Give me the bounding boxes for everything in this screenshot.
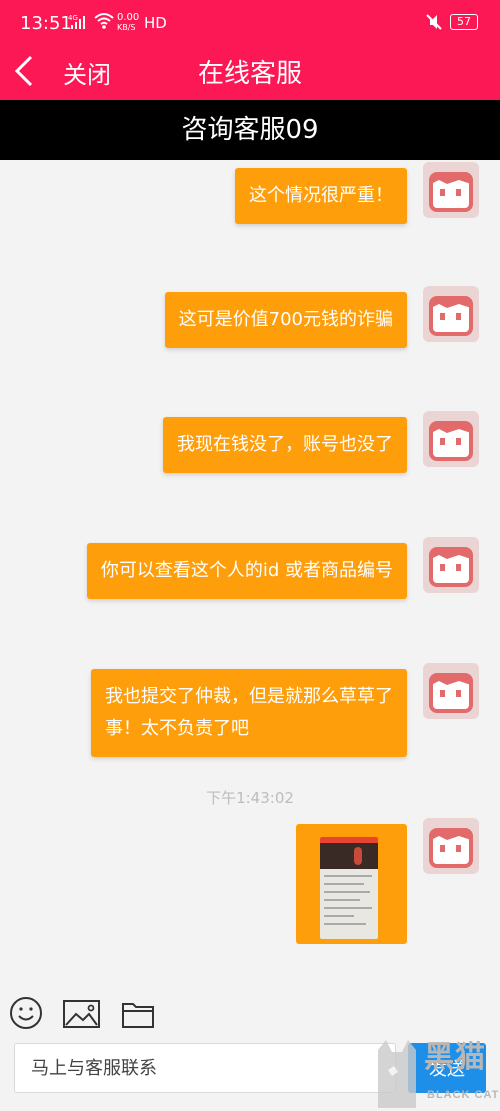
avatar <box>423 162 479 218</box>
status-bar: 13:51 4G 0.00 KB/S HD 57 <box>0 0 500 44</box>
avatar <box>423 818 479 874</box>
message-bubble: 这个情况很严重！ <box>235 168 407 224</box>
close-button[interactable]: 关闭 <box>63 55 111 90</box>
message-bubble: 你可以查看这个人的id 或者商品编号 <box>86 543 407 599</box>
folder-icon[interactable] <box>120 995 160 1035</box>
avatar <box>423 663 479 719</box>
battery-indicator: 57 <box>450 14 478 30</box>
signal-icon: 4G <box>68 14 88 35</box>
image-message[interactable] <box>296 824 407 944</box>
hd-indicator: HD <box>144 14 167 32</box>
wifi-icon <box>94 12 114 35</box>
status-time: 13:51 <box>20 13 72 34</box>
message-timestamp: 下午1:43:02 <box>206 789 294 807</box>
user-avatar-icon <box>429 673 473 713</box>
watermark-subtext: BLACK CAT <box>427 1089 500 1101</box>
emoji-icon[interactable] <box>8 995 48 1035</box>
message-bubble: 我也提交了仲裁，但是就那么草草了 事！太不负责了吧 <box>91 669 407 757</box>
avatar <box>423 537 479 593</box>
watermark-text: 黑猫 <box>424 1040 486 1075</box>
chat-area[interactable]: 这个情况很严重！ 这可是价值700元钱的诈骗 我现在钱没了，账号也没了 你可以查… <box>0 160 500 990</box>
user-avatar-icon <box>429 296 473 336</box>
nav-bar: 关闭 在线客服 <box>0 44 500 100</box>
user-avatar-icon <box>429 172 473 212</box>
message-line: 事！太不负责了吧 <box>105 718 249 739</box>
speed-unit: KB/S <box>117 23 136 32</box>
image-icon[interactable] <box>62 995 102 1035</box>
network-speed: 0.00 KB/S <box>117 13 139 33</box>
avatar <box>423 286 479 342</box>
user-avatar-icon <box>429 421 473 461</box>
user-avatar-icon <box>429 547 473 587</box>
message-line: 我也提交了仲裁，但是就那么草草了 <box>105 686 393 707</box>
message-bubble: 这可是价值700元钱的诈骗 <box>164 292 407 348</box>
user-avatar-icon <box>429 828 473 868</box>
app-header: 13:51 4G 0.00 KB/S HD 57 关闭 在线客服 <box>0 0 500 100</box>
message-bubble: 我现在钱没了，账号也没了 <box>163 417 407 473</box>
agent-name-bar: 咨询客服09 <box>0 100 500 160</box>
avatar <box>423 411 479 467</box>
network-type: 4G <box>68 14 78 22</box>
screenshot-thumbnail[interactable] <box>320 837 378 939</box>
message-input[interactable] <box>14 1043 396 1093</box>
back-arrow-icon[interactable] <box>12 54 38 88</box>
watermark: 黑猫 BLACK CAT <box>372 1030 500 1111</box>
thumbnail-banner <box>320 843 378 869</box>
cat-logo-icon <box>378 1040 416 1108</box>
mute-icon <box>425 13 443 36</box>
speed-value: 0.00 <box>117 12 140 23</box>
